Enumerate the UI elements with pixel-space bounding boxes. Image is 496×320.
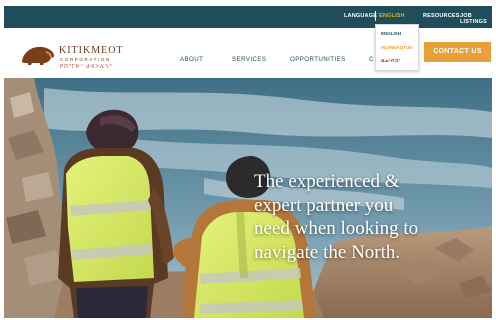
hero-headline-line: navigate the North. — [254, 241, 401, 263]
page: LANGUAGE ENGLISH RESOURCES JOB LISTINGS … — [4, 6, 492, 318]
hero-headline-line: need when looking to — [254, 218, 419, 239]
language-option-inuinnaqtun[interactable]: INUINNAQTUN — [381, 45, 413, 50]
nav-contact-partial[interactable]: C — [369, 56, 374, 63]
language-option-inuktitut[interactable]: ᐃᓄᒃᑎᑐᑦ — [381, 59, 400, 64]
contact-us-button[interactable]: CONTACT US — [424, 42, 491, 62]
nav-services[interactable]: SERVICES — [232, 56, 266, 63]
logo-syllabics: ᑭᑎᕐᒥᐅᑦ ᑯᐊᐳᕇᓴᓐ — [60, 64, 114, 70]
nav-opportunities[interactable]: OPPORTUNITIES — [290, 56, 346, 63]
hero-headline-line: The experienced & — [254, 171, 400, 192]
language-dropdown: ENGLISH INUINNAQTUN ᐃᓄᒃᑎᑐᑦ — [375, 24, 419, 71]
language-selector[interactable]: ENGLISH — [379, 13, 405, 19]
muskox-logo-icon — [22, 46, 55, 65]
nav-about[interactable]: ABOUT — [180, 56, 203, 63]
logo-name[interactable]: KITIKMEOT — [59, 45, 124, 56]
language-option-english[interactable]: ENGLISH — [381, 31, 401, 36]
hero-headline: The experienced & expert partner you nee… — [254, 170, 464, 264]
job-listings-link[interactable]: JOB LISTINGS — [460, 13, 492, 25]
logo-subtitle: CORPORATION — [60, 57, 111, 62]
language-label: LANGUAGE — [344, 13, 378, 19]
hero-section: The experienced & expert partner you nee… — [4, 78, 492, 318]
language-divider — [375, 11, 376, 21]
resources-link[interactable]: RESOURCES — [423, 13, 460, 19]
hero-headline-line: expert partner you — [254, 194, 394, 216]
